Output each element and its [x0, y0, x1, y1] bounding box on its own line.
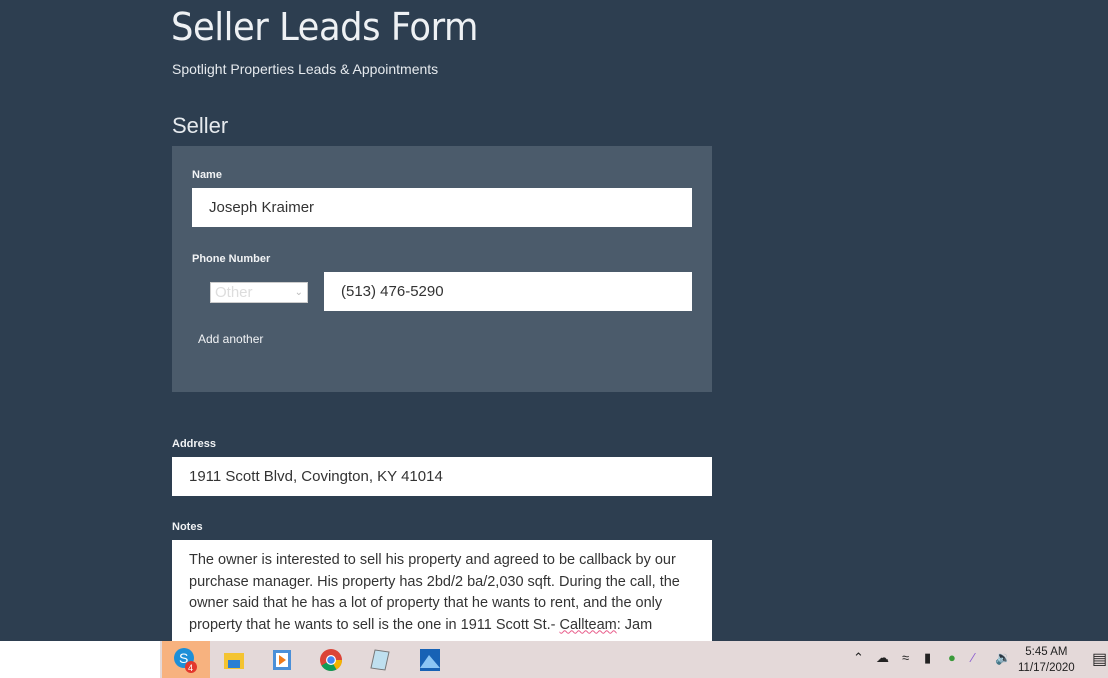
media-player-icon: [273, 649, 291, 670]
notes-text-end: : Jam: [616, 616, 653, 633]
add-another-link[interactable]: Add another: [198, 332, 263, 346]
page-title: Seller Leads Form: [171, 5, 478, 49]
photos-icon: [420, 648, 440, 671]
misspelled-word: Callteam: [559, 616, 617, 633]
security-icon[interactable]: ●: [948, 650, 956, 665]
address-input[interactable]: 1911 Scott Blvd, Covington, KY 41014: [172, 457, 712, 496]
taskbar-blank-area: [0, 641, 160, 678]
volume-icon[interactable]: 🔉: [995, 650, 1011, 666]
seller-panel: Name Joseph Kraimer Phone Number Other ⌄ …: [172, 146, 712, 392]
taskbar-file-explorer[interactable]: [210, 641, 258, 678]
show-hidden-icons-icon[interactable]: ⌃: [853, 650, 864, 666]
chevron-down-icon: ⌄: [294, 287, 303, 298]
taskbar-notepad[interactable]: [356, 641, 404, 678]
taskbar-media-player[interactable]: [258, 641, 306, 678]
phone-type-value: Other: [215, 284, 253, 301]
file-explorer-icon: [224, 652, 244, 669]
clock-time: 5:45 AM: [1025, 646, 1068, 658]
taskbar-photos[interactable]: [406, 641, 454, 678]
section-heading-seller: Seller: [172, 113, 229, 138]
taskbar-skype[interactable]: S4: [162, 641, 210, 678]
notes-textarea[interactable]: The owner is interested to sell his prop…: [172, 540, 712, 650]
notifications-icon[interactable]: ▤: [1092, 649, 1107, 669]
pen-icon[interactable]: ∕: [972, 650, 974, 665]
notes-label: Notes: [172, 521, 203, 533]
address-label: Address: [172, 438, 217, 450]
phone-input[interactable]: (513) 476-5290: [324, 272, 692, 311]
svg-text:4: 4: [188, 663, 193, 673]
skype-icon: S4: [174, 647, 197, 673]
phone-type-select[interactable]: Other ⌄: [210, 282, 308, 303]
taskbar: S4 ⌃ ☁ ≈ ▮ ● ∕ 🔉 5:45 AM 11/17/2020 ▤: [0, 641, 1108, 678]
chrome-icon: [320, 648, 342, 671]
phone-label: Phone Number: [192, 253, 271, 265]
wifi-icon[interactable]: ≈: [902, 650, 909, 665]
onedrive-icon[interactable]: ☁: [876, 650, 889, 666]
name-label: Name: [192, 169, 222, 181]
clock[interactable]: 5:45 AM 11/17/2020: [1018, 644, 1075, 676]
battery-icon[interactable]: ▮: [924, 650, 931, 666]
clock-date: 11/17/2020: [1018, 662, 1075, 674]
name-input[interactable]: Joseph Kraimer: [192, 188, 692, 227]
page-subtitle: Spotlight Properties Leads & Appointment…: [172, 61, 439, 77]
notepad-icon: [370, 648, 390, 671]
taskbar-chrome[interactable]: [307, 641, 355, 678]
